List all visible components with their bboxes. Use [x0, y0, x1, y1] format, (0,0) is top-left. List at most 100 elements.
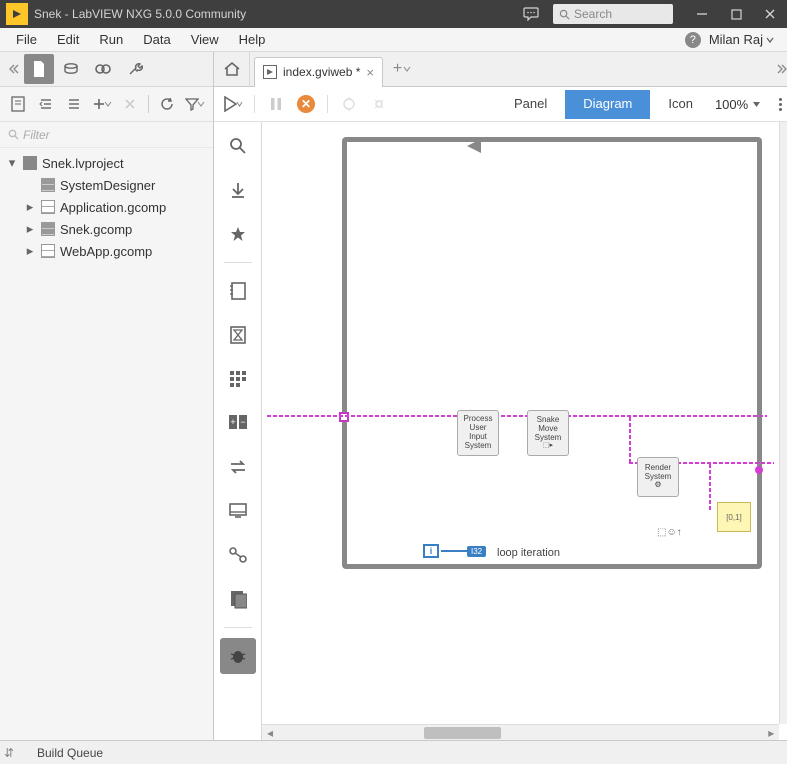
component-icon [40, 221, 56, 237]
menu-help[interactable]: Help [229, 32, 276, 47]
user-menu[interactable]: ? Milan Raj [685, 32, 781, 48]
debug-tool-icon[interactable] [220, 638, 256, 674]
loop-iteration-label: loop iteration [497, 547, 560, 559]
pin-icon[interactable]: ⇵ [4, 746, 20, 760]
more-options-icon[interactable] [771, 98, 787, 111]
tools-tab-icon[interactable] [120, 54, 150, 84]
indent-icon[interactable] [60, 90, 88, 118]
outdent-icon[interactable] [32, 90, 60, 118]
view-tab-diagram[interactable]: Diagram [565, 90, 650, 119]
menu-bar: File Edit Run Data View Help ? Milan Raj [0, 28, 787, 52]
iteration-terminal[interactable]: i [423, 544, 439, 558]
tree-root[interactable]: ▾ Snek.lvproject [0, 152, 213, 174]
targets-tab-icon[interactable] [88, 54, 118, 84]
node-array-indicator[interactable]: [0,1] [717, 502, 751, 532]
search-tool-icon[interactable] [220, 128, 256, 164]
zoom-control[interactable]: 100% [715, 97, 767, 112]
filter-icon[interactable] [181, 90, 209, 118]
refresh-icon[interactable] [153, 90, 181, 118]
expand-icon[interactable]: ▸ [24, 199, 36, 215]
add-icon[interactable] [88, 90, 116, 118]
title-bar: Snek - LabVIEW NXG 5.0.0 Community Searc… [0, 0, 787, 28]
horizontal-scrollbar[interactable]: ◂ ▸ [262, 724, 779, 740]
project-icon [22, 155, 38, 171]
files-tab-icon[interactable] [24, 54, 54, 84]
system-icon [40, 177, 56, 193]
notebook-tool-icon[interactable] [220, 273, 256, 309]
tree-item-application[interactable]: ▸ Application.gcomp [0, 196, 213, 218]
component-icon [40, 199, 56, 215]
filter-input[interactable]: Filter [0, 122, 213, 148]
expand-icon[interactable]: ▸ [24, 243, 36, 259]
user-name: Milan Raj [709, 32, 763, 47]
while-loop-structure[interactable]: Process User Input System Snake Move Sys… [342, 137, 762, 569]
tree-item-systemdesigner[interactable]: SystemDesigner [0, 174, 213, 196]
menu-data[interactable]: Data [133, 32, 180, 47]
tree-item-label: SystemDesigner [60, 178, 155, 193]
highlight-button [336, 91, 362, 117]
diagram-canvas[interactable]: Process User Input System Snake Move Sys… [262, 122, 787, 740]
favorite-tool-icon[interactable] [220, 216, 256, 252]
menu-file[interactable]: File [6, 32, 47, 47]
clipboard-tool-icon[interactable] [220, 581, 256, 617]
add-tab-button[interactable]: + [389, 60, 415, 78]
links-tab-icon[interactable] [56, 54, 86, 84]
view-tab-panel[interactable]: Panel [496, 90, 565, 119]
tree-root-label: Snek.lvproject [42, 156, 124, 171]
grid-tool-icon[interactable] [220, 361, 256, 397]
run-button[interactable] [220, 91, 246, 117]
download-tool-icon[interactable] [220, 172, 256, 208]
vertical-scrollbar[interactable] [779, 122, 787, 724]
project-panel: Filter ▾ Snek.lvproject SystemDesigner ▸… [0, 52, 214, 740]
expand-icon[interactable]: ▸ [24, 221, 36, 237]
timing-tool-icon[interactable] [220, 317, 256, 353]
tree-item-webapp[interactable]: ▸ WebApp.gcomp [0, 240, 213, 262]
tab-index-gviweb[interactable]: index.gviweb * × [254, 57, 383, 87]
menu-run[interactable]: Run [89, 32, 133, 47]
pause-button [263, 91, 289, 117]
chevron-down-icon [765, 35, 775, 45]
window-title: Snek - LabVIEW NXG 5.0.0 Community [34, 7, 246, 21]
menu-edit[interactable]: Edit [47, 32, 89, 47]
editor-area: index.gviweb * × + ✕ Panel Diagram Icon … [214, 52, 787, 740]
search-input[interactable]: Search [553, 4, 673, 24]
minimize-button[interactable] [685, 0, 719, 28]
document-tabs: index.gviweb * × + [214, 52, 787, 87]
loop-arrow-icon [467, 139, 481, 153]
build-queue-button[interactable]: Build Queue [30, 743, 110, 763]
home-button[interactable] [214, 52, 250, 87]
tab-close-icon[interactable]: × [366, 65, 374, 80]
tree-item-label: Application.gcomp [60, 200, 166, 215]
node-process-user-input[interactable]: Process User Input System [457, 410, 499, 456]
math-tool-icon[interactable]: +− [220, 405, 256, 441]
abort-button[interactable]: ✕ [293, 91, 319, 117]
loop-tunnel[interactable] [339, 412, 349, 422]
collapse-icon[interactable]: ▾ [6, 155, 18, 171]
maximize-button[interactable] [719, 0, 753, 28]
loop-terminal[interactable] [755, 466, 763, 474]
expand-right-icon[interactable] [771, 63, 787, 75]
scroll-right-icon[interactable]: ▸ [763, 725, 779, 741]
menu-view[interactable]: View [181, 32, 229, 47]
component-icon [40, 243, 56, 259]
vi-icon [263, 65, 277, 79]
swap-tool-icon[interactable] [220, 449, 256, 485]
collapse-left-icon[interactable] [4, 63, 22, 75]
scroll-thumb[interactable] [424, 727, 502, 739]
feedback-icon[interactable] [519, 2, 543, 26]
tree-item-label: Snek.gcomp [60, 222, 132, 237]
scroll-left-icon[interactable]: ◂ [262, 725, 278, 741]
new-file-icon[interactable] [4, 90, 32, 118]
tool-palette: +− [214, 122, 262, 740]
view-switcher: Panel Diagram Icon [496, 90, 711, 119]
status-bar: ⇵ Build Queue [0, 740, 787, 764]
filter-placeholder: Filter [23, 128, 50, 142]
node-snake-move[interactable]: Snake Move System⬚▸ [527, 410, 569, 456]
wire [441, 550, 469, 552]
node-render-system[interactable]: Render System⚙ [637, 457, 679, 497]
close-button[interactable] [753, 0, 787, 28]
tree-item-snek[interactable]: ▸ Snek.gcomp [0, 218, 213, 240]
connection-tool-icon[interactable] [220, 537, 256, 573]
view-tab-icon[interactable]: Icon [650, 90, 711, 119]
monitor-tool-icon[interactable] [220, 493, 256, 529]
